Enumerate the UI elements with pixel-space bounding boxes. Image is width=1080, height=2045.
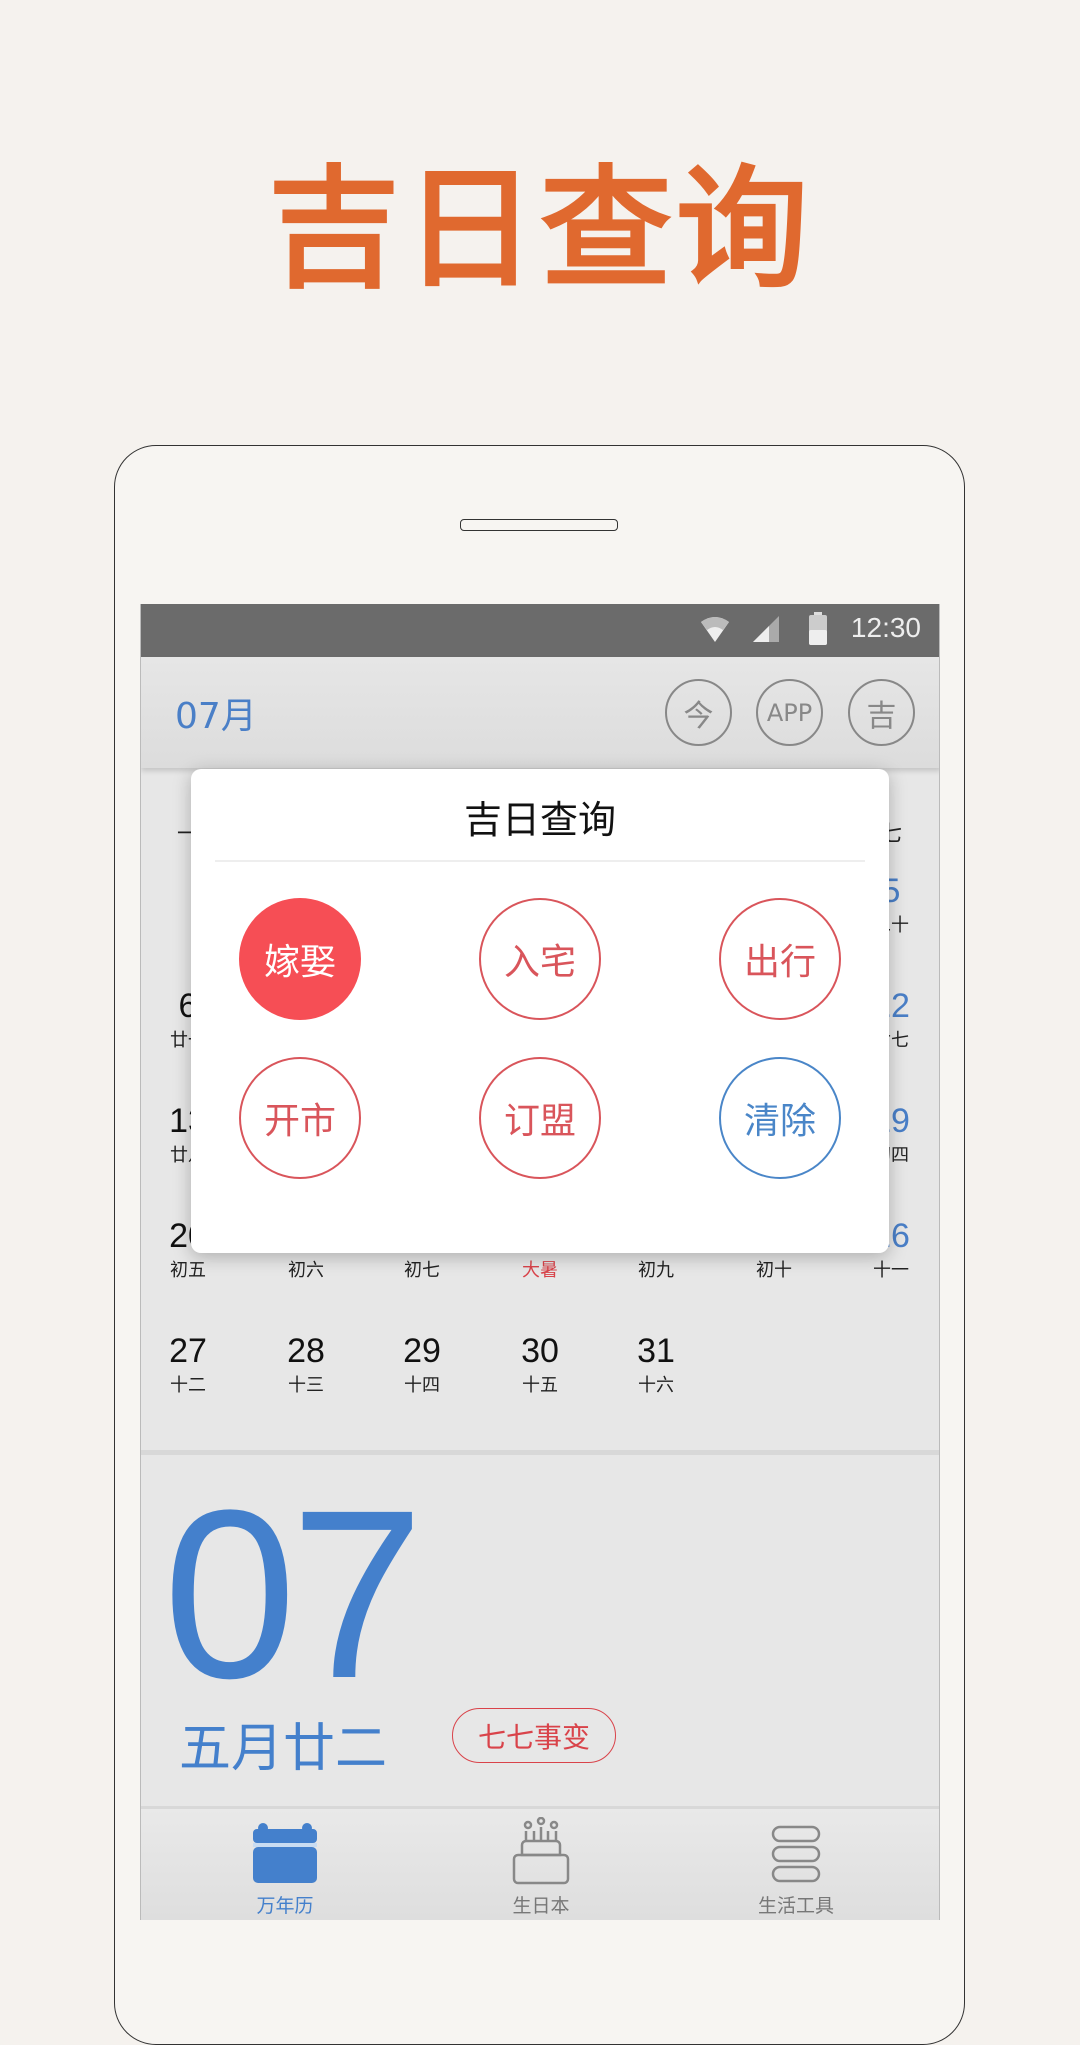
day-cell[interactable]: 30 十五	[490, 1332, 590, 1397]
lunar-day: 初十	[756, 1260, 792, 1281]
festival-badge: 七七事变	[452, 1708, 616, 1763]
option-travel[interactable]: 出行	[719, 898, 841, 1020]
day-cell[interactable]: 27 十二	[141, 1332, 238, 1397]
lunar-day: 初七	[404, 1260, 440, 1281]
lunar-day: 初五	[170, 1260, 206, 1281]
calendar-icon	[253, 1823, 317, 1883]
option-open-business[interactable]: 开市	[239, 1057, 361, 1179]
option-sign-contract[interactable]: 订盟	[479, 1057, 601, 1179]
day-cell[interactable]: 28 十三	[256, 1332, 356, 1397]
tools-stack-icon	[771, 1825, 821, 1883]
clear-button[interactable]: 清除	[719, 1057, 841, 1179]
lunar-date: 五月廿二	[179, 1719, 388, 1779]
lunar-day: 十二	[170, 1375, 206, 1396]
selected-day-number: 07	[163, 1460, 424, 1728]
lunar-day: 十六	[638, 1375, 674, 1396]
nav-birthday[interactable]: 生日本	[481, 1816, 601, 1918]
day-number: 31	[637, 1332, 675, 1370]
dialog-divider	[215, 860, 865, 862]
lunar-day: 十五	[522, 1375, 558, 1396]
lunar-day: 初九	[638, 1260, 674, 1281]
bottom-nav: 万年历 生日本 生活工具	[141, 1806, 939, 1920]
promo-headline: 吉日查询	[268, 153, 812, 307]
nav-calendar[interactable]: 万年历	[225, 1817, 345, 1918]
lucky-day-dialog: 吉日查询 嫁娶 入宅 出行 开市 订盟 清除	[191, 769, 889, 1253]
nav-label: 万年历	[256, 1895, 314, 1917]
day-cell[interactable]: 31 十六	[606, 1332, 706, 1397]
divider	[141, 1450, 939, 1455]
day-number: 28	[287, 1332, 325, 1370]
nav-label: 生活工具	[757, 1895, 834, 1917]
day-cell[interactable]: 29 十四	[372, 1332, 472, 1397]
day-number: 29	[403, 1332, 441, 1370]
dialog-title: 吉日查询	[463, 798, 616, 842]
lunar-day: 初六	[288, 1260, 324, 1281]
option-marriage[interactable]: 嫁娶	[239, 898, 361, 1020]
day-number: 30	[521, 1332, 559, 1370]
option-move-in[interactable]: 入宅	[479, 898, 601, 1020]
birthday-cake-icon	[512, 1816, 570, 1885]
lunar-day: 十三	[288, 1375, 324, 1396]
nav-label: 生日本	[512, 1895, 570, 1917]
nav-tools[interactable]: 生活工具	[736, 1817, 856, 1918]
lunar-day: 大暑	[522, 1260, 558, 1281]
lunar-day: 十一	[873, 1260, 909, 1281]
lunar-day: 十四	[404, 1375, 440, 1396]
phone-speaker	[460, 519, 618, 531]
day-number: 27	[169, 1332, 207, 1370]
